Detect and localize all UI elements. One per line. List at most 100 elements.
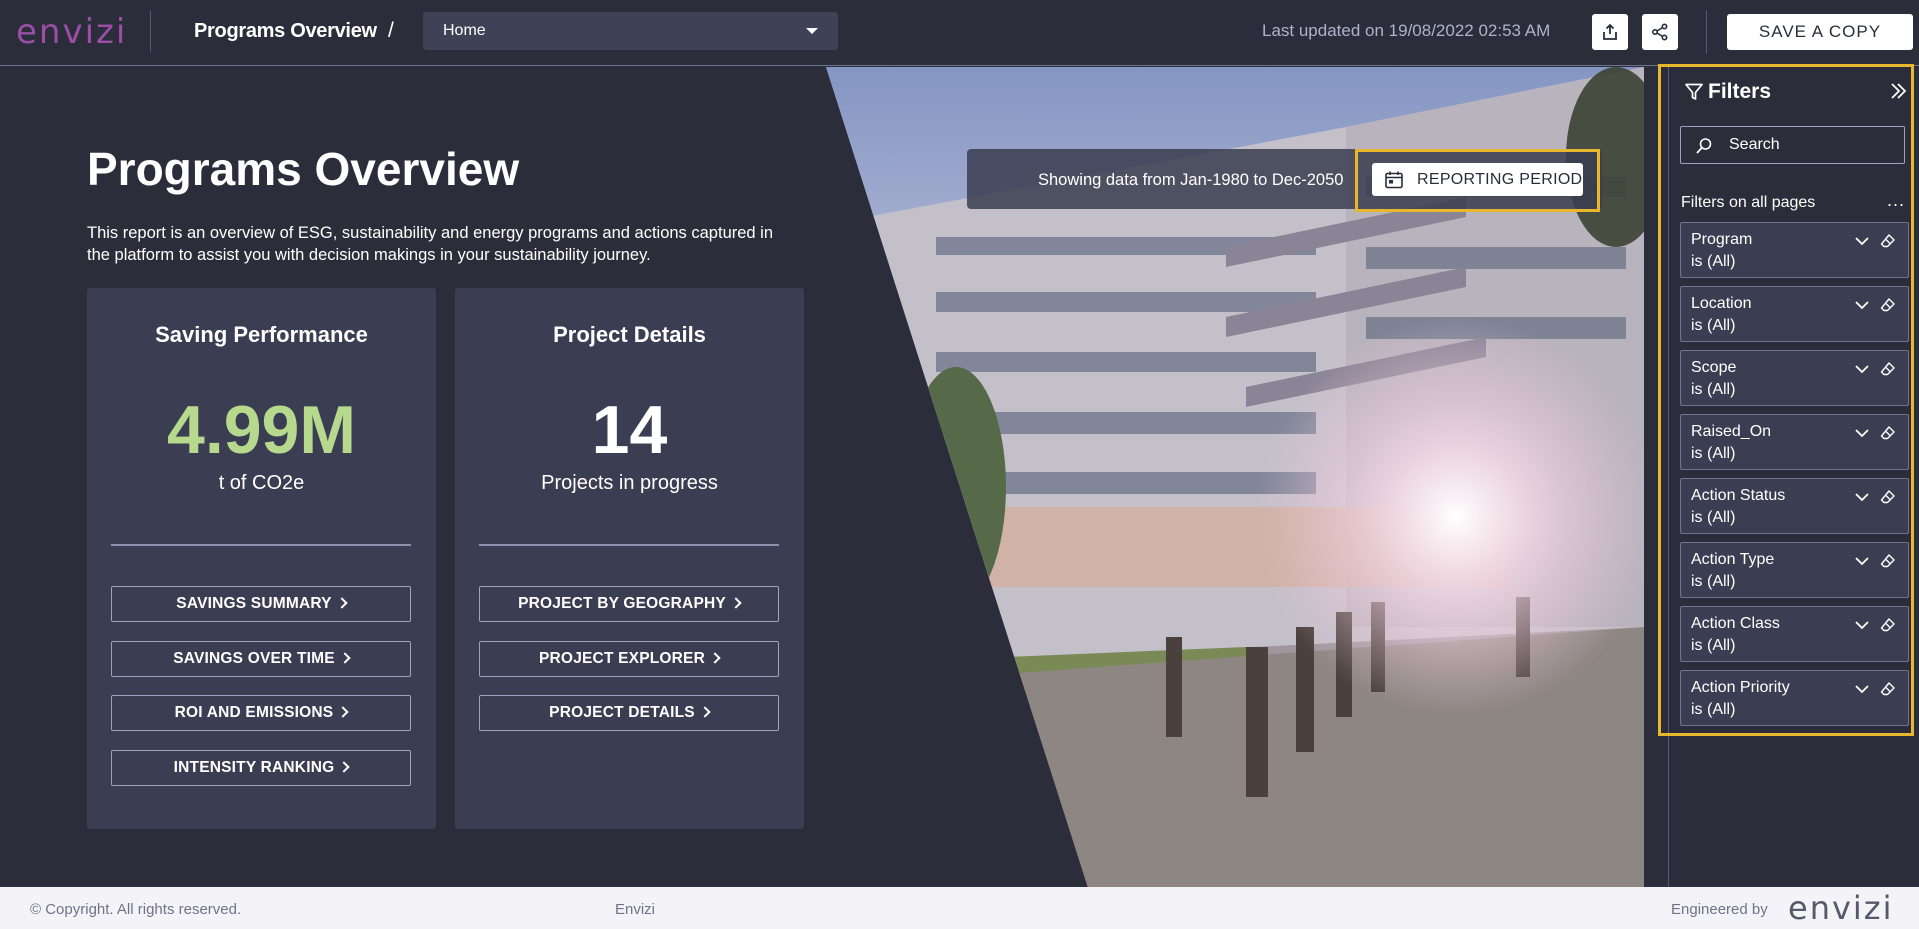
- chevron-right-icon: [336, 597, 348, 609]
- filters-section-label: Filters on all pages: [1681, 194, 1816, 211]
- project-by-geography-button[interactable]: PROJECT BY GEOGRAPHY: [479, 586, 779, 622]
- button-label: ROI AND EMISSIONS: [174, 704, 334, 721]
- collapse-pane-icon[interactable]: [1889, 82, 1907, 100]
- filter-value: is (All): [1691, 445, 1736, 462]
- chevron-down-icon[interactable]: [1854, 491, 1870, 503]
- roi-and-emissions-button[interactable]: ROI AND EMISSIONS: [111, 695, 411, 731]
- footer-envizi-logo: envizi: [1788, 889, 1894, 927]
- chevron-right-icon: [338, 761, 351, 773]
- chevron-right-icon: [337, 706, 350, 718]
- filter-icon: [1685, 83, 1703, 100]
- chevron-right-icon: [730, 597, 742, 609]
- intensity-ranking-button[interactable]: INTENSITY RANKING: [111, 750, 411, 786]
- envizi-logo: envizi: [16, 12, 128, 52]
- eraser-icon[interactable]: [1880, 297, 1896, 313]
- eraser-icon[interactable]: [1880, 617, 1896, 633]
- filters-heading: Filters: [1708, 80, 1772, 103]
- header-divider: [1706, 10, 1707, 54]
- filter-name: Location: [1691, 295, 1752, 312]
- filter-card-location[interactable]: Location is (All): [1680, 286, 1909, 342]
- export-icon: [1603, 23, 1617, 40]
- filter-card-scope[interactable]: Scope is (All): [1680, 350, 1909, 406]
- search-placeholder: Search: [1729, 136, 1780, 153]
- chevron-down-icon[interactable]: [1854, 683, 1870, 695]
- filter-value: is (All): [1691, 701, 1736, 718]
- chevron-right-icon: [699, 706, 711, 718]
- page-description: This report is an overview of ESG, susta…: [87, 224, 774, 264]
- button-label: PROJECT EXPLORER: [539, 650, 705, 667]
- project-explorer-button[interactable]: PROJECT EXPLORER: [479, 641, 779, 677]
- eraser-icon[interactable]: [1880, 489, 1896, 505]
- more-options-button[interactable]: ...: [1887, 190, 1905, 211]
- saving-performance-card: Saving Performance 4.99M t of CO2e SAVIN…: [87, 288, 436, 829]
- last-updated-text: Last updated on 19/08/2022 02:53 AM: [1262, 21, 1551, 40]
- chevron-down-icon[interactable]: [1854, 619, 1870, 631]
- filter-card-action-status[interactable]: Action Status is (All): [1680, 478, 1909, 534]
- report-title: Programs Overview: [194, 20, 377, 42]
- eraser-icon[interactable]: [1880, 361, 1896, 377]
- project-details-card: Project Details 14 Projects in progress …: [455, 288, 804, 829]
- top-bar: envizi Programs Overview / Home Last upd…: [0, 0, 1919, 66]
- page-title: Programs Overview: [87, 143, 520, 195]
- filter-name: Action Type: [1691, 551, 1775, 568]
- export-button[interactable]: [1592, 14, 1628, 50]
- card-title: Saving Performance: [155, 322, 368, 347]
- button-label: SAVINGS OVER TIME: [173, 650, 335, 667]
- filter-name: Action Status: [1691, 487, 1786, 504]
- savings-summary-button[interactable]: SAVINGS SUMMARY: [111, 586, 411, 622]
- filter-name: Scope: [1691, 359, 1737, 376]
- logo-divider: [150, 10, 151, 52]
- filter-card-action-type[interactable]: Action Type is (All): [1680, 542, 1909, 598]
- eraser-icon[interactable]: [1880, 553, 1896, 569]
- filter-value: is (All): [1691, 253, 1736, 270]
- button-label: INTENSITY RANKING: [173, 759, 335, 776]
- button-label: SAVINGS SUMMARY: [176, 595, 332, 612]
- filter-search-input[interactable]: Search: [1680, 126, 1905, 164]
- chevron-down-icon[interactable]: [1854, 235, 1870, 247]
- filter-name: Raised_On: [1691, 423, 1772, 440]
- eraser-icon[interactable]: [1880, 233, 1896, 249]
- card-divider: [479, 544, 779, 546]
- share-icon: [1651, 23, 1668, 41]
- share-button[interactable]: [1642, 14, 1678, 50]
- eraser-icon[interactable]: [1880, 681, 1896, 697]
- project-details-button[interactable]: PROJECT DETAILS: [479, 695, 779, 731]
- projects-count: 14: [591, 392, 668, 468]
- filter-card-program[interactable]: Program is (All): [1680, 222, 1909, 278]
- filter-value: is (All): [1691, 509, 1736, 526]
- eraser-icon[interactable]: [1880, 425, 1896, 441]
- filter-name: Action Priority: [1691, 679, 1790, 696]
- save-a-copy-button[interactable]: SAVE A COPY: [1727, 14, 1913, 50]
- chevron-right-icon: [709, 652, 721, 664]
- projects-unit: Projects in progress: [541, 472, 718, 494]
- filter-value: is (All): [1691, 637, 1736, 654]
- engineered-by-text: Engineered by: [1671, 901, 1768, 918]
- button-label: PROJECT BY GEOGRAPHY: [518, 595, 726, 612]
- copyright-text: © Copyright. All rights reserved.: [30, 901, 242, 918]
- filter-card-action-priority[interactable]: Action Priority is (All): [1680, 670, 1909, 726]
- card-title: Project Details: [553, 322, 706, 347]
- card-divider: [111, 544, 411, 546]
- savings-value: 4.99M: [167, 392, 356, 468]
- caret-down-icon: [806, 28, 818, 34]
- savings-over-time-button[interactable]: SAVINGS OVER TIME: [111, 641, 411, 677]
- chevron-down-icon[interactable]: [1854, 299, 1870, 311]
- page-select[interactable]: Home: [423, 12, 838, 50]
- filter-card-raised-on[interactable]: Raised_Onis (All): [1680, 414, 1909, 470]
- chevron-down-icon[interactable]: [1854, 427, 1870, 439]
- chevron-down-icon[interactable]: [1854, 363, 1870, 375]
- footer-center-text: Envizi: [615, 901, 656, 918]
- filter-name: Program: [1691, 231, 1753, 248]
- filter-card-action-class[interactable]: Action Class is (All): [1680, 606, 1909, 662]
- filter-value: is (All): [1691, 381, 1736, 398]
- filter-name: Action Class: [1691, 615, 1780, 632]
- savings-unit: t of CO2e: [218, 472, 305, 494]
- chevron-down-icon[interactable]: [1854, 555, 1870, 567]
- calendar-icon: [1385, 171, 1403, 189]
- reporting-period-label: REPORTING PERIOD: [1417, 171, 1583, 188]
- button-label: PROJECT DETAILS: [549, 704, 695, 721]
- filter-value: is (All): [1691, 317, 1736, 334]
- breadcrumb-separator: /: [388, 19, 394, 42]
- reporting-period-button[interactable]: REPORTING PERIOD: [1372, 163, 1583, 196]
- footer: © Copyright. All rights reserved. Envizi…: [0, 887, 1919, 929]
